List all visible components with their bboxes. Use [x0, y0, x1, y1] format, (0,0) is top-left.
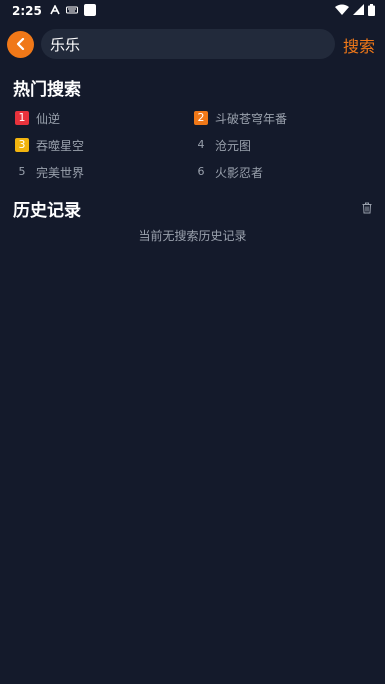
rank-badge: 1	[15, 111, 29, 125]
hot-item-1[interactable]: 1 仙逆	[15, 109, 60, 127]
rank-badge: 3	[15, 138, 29, 152]
hot-item-2[interactable]: 2 斗破苍穹年番	[194, 109, 287, 127]
hot-item-label: 火影忍者	[215, 165, 264, 180]
battery-icon	[368, 3, 375, 19]
history-title: 历史记录	[13, 201, 81, 221]
signal-icon	[353, 4, 364, 18]
hot-item-label: 斗破苍穹年番	[215, 111, 288, 126]
hot-item-label: 吞噬星空	[36, 138, 85, 153]
font-icon	[50, 4, 60, 18]
hot-item-3[interactable]: 3 吞噬星空	[15, 136, 84, 154]
hot-item-label: 沧元图	[215, 138, 252, 153]
keyboard-icon	[65, 4, 78, 18]
search-box[interactable]	[41, 29, 335, 59]
square-app-icon	[83, 3, 96, 19]
chevron-left-icon	[16, 35, 26, 54]
status-time: 2:25	[12, 4, 42, 18]
rank-number: 5	[18, 165, 26, 178]
trash-icon[interactable]	[361, 199, 373, 214]
wifi-icon	[335, 4, 349, 18]
hot-item-5[interactable]: 5 完美世界	[15, 163, 85, 181]
back-button[interactable]	[7, 31, 34, 58]
rank-number: 4	[197, 138, 205, 151]
hot-item-label: 完美世界	[36, 165, 85, 180]
rank-badge: 2	[194, 111, 208, 125]
history-empty-text: 当前无搜索历史记录	[138, 229, 247, 243]
search-input[interactable]	[50, 35, 335, 53]
search-header: 搜索	[0, 28, 385, 60]
status-bar: 2:25	[0, 0, 385, 22]
search-button[interactable]: 搜索	[343, 33, 375, 57]
hot-item-label: 仙逆	[36, 111, 61, 126]
hot-item-4[interactable]: 4 沧元图	[194, 136, 252, 154]
search-page: 2:25 搜	[0, 0, 385, 684]
hot-search-title: 热门搜索	[13, 80, 81, 100]
rank-number: 6	[197, 165, 205, 178]
hot-item-6[interactable]: 6 火影忍者	[194, 163, 264, 181]
